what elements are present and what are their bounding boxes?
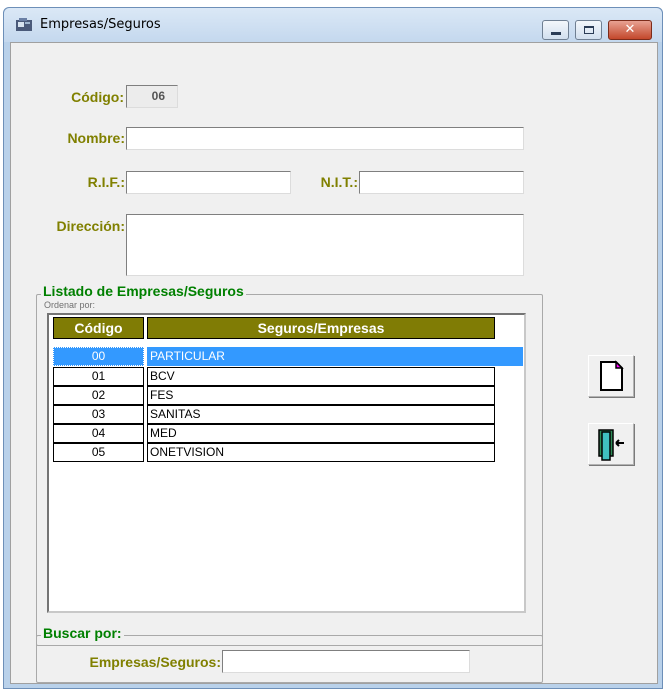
search-input[interactable] (222, 650, 470, 673)
codigo-label: Código: (71, 89, 124, 105)
maximize-icon (584, 26, 594, 34)
row-nombre-cell: BCV (147, 367, 495, 386)
row-nombre-cell: FES (147, 386, 495, 405)
table-row[interactable]: 01 BCV (51, 367, 495, 386)
row-nombre-cell: PARTICULAR (147, 347, 495, 366)
table-row[interactable]: 05 ONETVISION (51, 443, 495, 462)
app-window: Empresas/Seguros ✕ Código: 06 Nombre: R.… (3, 7, 663, 689)
table-row[interactable]: 00 PARTICULAR (51, 347, 523, 366)
listado-group-title: Listado de Empresas/Seguros (41, 283, 246, 299)
direccion-label: Dirección: (56, 218, 125, 234)
rif-label: R.I.F.: (87, 174, 125, 190)
codigo-field: 06 (126, 85, 178, 108)
selection-highlight (495, 347, 523, 366)
nit-label: N.I.T.: (320, 174, 358, 190)
row-nombre-cell: SANITAS (147, 405, 495, 424)
close-icon: ✕ (624, 22, 636, 37)
table-row[interactable]: 03 SANITAS (51, 405, 495, 424)
sort-caption: Ordenar por: (44, 300, 96, 310)
exit-button[interactable] (588, 423, 634, 465)
buscar-group-title: Buscar por: (41, 625, 124, 641)
new-document-icon (600, 360, 624, 391)
close-button[interactable]: ✕ (608, 20, 652, 40)
new-record-button[interactable] (588, 355, 634, 397)
row-codigo-cell: 03 (53, 405, 144, 424)
exit-door-icon (598, 429, 624, 461)
row-codigo-cell: 04 (53, 424, 144, 443)
nit-input[interactable] (359, 171, 524, 194)
minimize-icon (551, 32, 561, 35)
nombre-label: Nombre: (67, 130, 125, 146)
table-row[interactable]: 02 FES (51, 386, 495, 405)
row-nombre-cell: ONETVISION (147, 443, 495, 462)
row-codigo-cell: 01 (53, 367, 144, 386)
column-header-seguros[interactable]: Seguros/Empresas (147, 317, 495, 339)
empresas-grid[interactable]: Código Seguros/Empresas 00 PARTICULAR 01… (47, 313, 526, 613)
table-row[interactable]: 04 MED (51, 424, 495, 443)
rif-input[interactable] (126, 171, 291, 194)
app-icon (16, 18, 32, 31)
row-nombre-cell: MED (147, 424, 495, 443)
row-codigo-cell: 02 (53, 386, 144, 405)
row-codigo-cell: 05 (53, 443, 144, 462)
direccion-textarea[interactable] (126, 214, 524, 276)
nombre-input[interactable] (126, 127, 524, 150)
search-label: Empresas/Seguros: (89, 654, 222, 670)
minimize-button[interactable] (542, 20, 569, 40)
form-client-area: Código: 06 Nombre: R.I.F.: N.I.T.: Direc… (10, 42, 658, 684)
column-header-codigo[interactable]: Código (53, 317, 144, 339)
maximize-button[interactable] (575, 20, 602, 40)
window-title: Empresas/Seguros (40, 17, 161, 32)
row-codigo-cell: 00 (53, 347, 144, 366)
title-bar[interactable]: Empresas/Seguros ✕ (4, 8, 662, 42)
